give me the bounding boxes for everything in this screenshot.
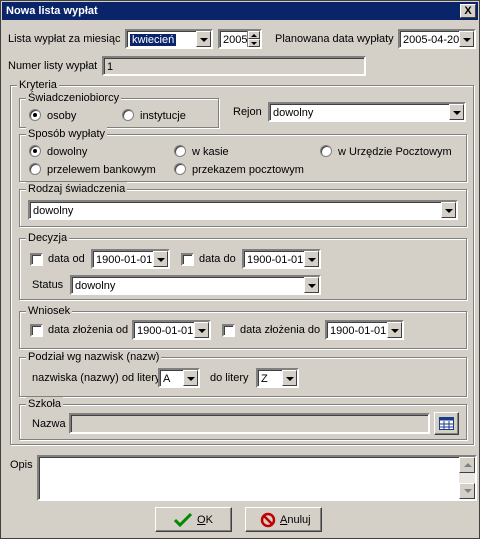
ok-underline: O	[197, 514, 206, 526]
planned-date-picker[interactable]: 2005-04-20	[398, 29, 476, 49]
chevron-down-icon[interactable]	[153, 251, 168, 267]
chevron-down-icon[interactable]	[282, 370, 297, 386]
status-label: Status	[32, 279, 64, 291]
application-from-date[interactable]: 1900-01-01	[132, 320, 211, 340]
radio-dowolny[interactable]	[29, 145, 41, 157]
chevron-down-icon[interactable]	[196, 31, 211, 47]
application-to-value: 1900-01-01	[330, 325, 387, 337]
year-value: 2005	[223, 34, 248, 46]
calendar-icon	[439, 417, 454, 430]
radio-dowolny-label: dowolny	[47, 146, 88, 158]
radio-w-kasie-label: w kasie	[192, 146, 229, 158]
spin-down-icon[interactable]	[248, 39, 260, 47]
radio-przekaz-label: przekazem pocztowym	[192, 164, 304, 176]
spinner-buttons[interactable]	[247, 31, 260, 47]
spin-up-icon[interactable]	[248, 31, 260, 39]
benefit-type-title: Rodzaj świadczenia	[26, 182, 128, 196]
benefit-type-dropdown[interactable]: dowolny	[28, 200, 458, 220]
names-from-dropdown[interactable]: A	[158, 368, 200, 388]
names-to-dropdown[interactable]: Z	[256, 368, 299, 388]
region-dropdown[interactable]: dowolny	[268, 102, 466, 122]
decision-to-label: data do	[199, 253, 236, 265]
cancel-button[interactable]: Anuluj	[245, 507, 322, 532]
scroll-down-icon[interactable]	[459, 483, 475, 499]
chevron-down-icon[interactable]	[194, 322, 209, 338]
school-name-field	[69, 413, 430, 434]
year-spinner[interactable]: 2005	[218, 29, 262, 49]
radio-urzad-pocztowy[interactable]	[320, 145, 332, 157]
chevron-down-icon[interactable]	[459, 31, 474, 47]
month-value: kwiecień	[130, 34, 177, 46]
status-dropdown[interactable]: dowolny	[70, 275, 321, 295]
names-from-label: nazwiska (nazwy) od litery	[32, 372, 161, 384]
number-field: 1	[102, 56, 366, 76]
close-button[interactable]: X	[460, 4, 476, 18]
decision-from-value: 1900-01-01	[96, 254, 153, 266]
window-title: Nowa lista wypłat	[6, 5, 98, 17]
radio-przekaz[interactable]	[174, 163, 186, 175]
beneficiaries-title: Świadczeniobiorcy	[26, 91, 122, 105]
decision-from-label: data od	[48, 253, 85, 265]
close-icon: X	[464, 5, 472, 17]
application-from-value: 1900-01-01	[137, 325, 194, 337]
planned-date-value: 2005-04-20	[403, 34, 460, 46]
ok-rest: K	[205, 514, 213, 526]
chevron-down-icon[interactable]	[441, 202, 456, 218]
radio-przelew[interactable]	[29, 163, 41, 175]
region-value: dowolny	[273, 107, 314, 119]
payment-method-title: Sposób wypłaty	[26, 127, 108, 141]
radio-instytucje[interactable]	[122, 109, 134, 121]
criteria-title: Kryteria	[17, 78, 59, 92]
names-to-label: do litery	[210, 372, 249, 384]
notes-textarea[interactable]	[37, 455, 477, 501]
application-to-checkbox[interactable]	[222, 324, 235, 337]
status-value: dowolny	[75, 280, 116, 292]
names-to-value: Z	[261, 373, 268, 385]
month-label: Lista wypłat za miesiąc	[8, 33, 121, 45]
decision-from-checkbox[interactable]	[30, 253, 43, 266]
decision-from-date[interactable]: 1900-01-01	[91, 249, 170, 269]
decision-to-value: 1900-01-01	[247, 254, 304, 266]
chevron-down-icon[interactable]	[387, 322, 402, 338]
school-title: Szkoła	[26, 397, 64, 411]
radio-osoby[interactable]	[29, 109, 41, 121]
region-label: Rejon	[233, 106, 262, 118]
notes-scrollbar[interactable]	[459, 457, 475, 499]
cancel-rest: nuluj	[287, 514, 311, 526]
number-value: 1	[107, 61, 114, 73]
check-icon	[174, 512, 192, 528]
radio-urzad-pocztowy-label: w Urzędzie Pocztowym	[338, 146, 452, 158]
chevron-down-icon[interactable]	[183, 370, 198, 386]
school-select-button[interactable]	[434, 412, 459, 435]
radio-instytucje-label: instytucje	[140, 110, 186, 122]
radio-osoby-label: osoby	[47, 110, 77, 122]
chevron-down-icon[interactable]	[304, 277, 319, 293]
scroll-up-icon[interactable]	[459, 457, 475, 473]
application-to-label: data złożenia do	[240, 324, 321, 336]
ok-button[interactable]: OK	[155, 507, 232, 532]
dialog-window: Nowa lista wypłat X Lista wypłat za mies…	[0, 0, 480, 539]
number-label: Numer listy wypłat	[8, 60, 98, 72]
cancel-icon	[260, 512, 276, 528]
benefit-type-value: dowolny	[33, 205, 74, 217]
names-title: Podział wg nazwisk (nazw)	[26, 350, 162, 364]
application-to-date[interactable]: 1900-01-01	[325, 320, 404, 340]
school-name-label: Nazwa	[32, 418, 66, 430]
radio-w-kasie[interactable]	[174, 145, 186, 157]
radio-przelew-label: przelewem bankowym	[47, 164, 156, 176]
title-bar: Nowa lista wypłat X	[2, 2, 478, 20]
decision-title: Decyzja	[26, 231, 70, 245]
application-title: Wniosek	[26, 304, 73, 318]
decision-to-checkbox[interactable]	[181, 253, 194, 266]
notes-label: Opis	[10, 459, 33, 471]
chevron-down-icon[interactable]	[304, 251, 319, 267]
planned-date-label: Planowana data wypłaty	[275, 33, 394, 45]
application-from-checkbox[interactable]	[30, 324, 43, 337]
decision-to-date[interactable]: 1900-01-01	[242, 249, 321, 269]
month-dropdown[interactable]: kwiecień	[125, 29, 213, 49]
names-from-value: A	[163, 373, 171, 385]
chevron-down-icon[interactable]	[449, 104, 464, 120]
application-from-label: data złożenia od	[48, 324, 129, 336]
